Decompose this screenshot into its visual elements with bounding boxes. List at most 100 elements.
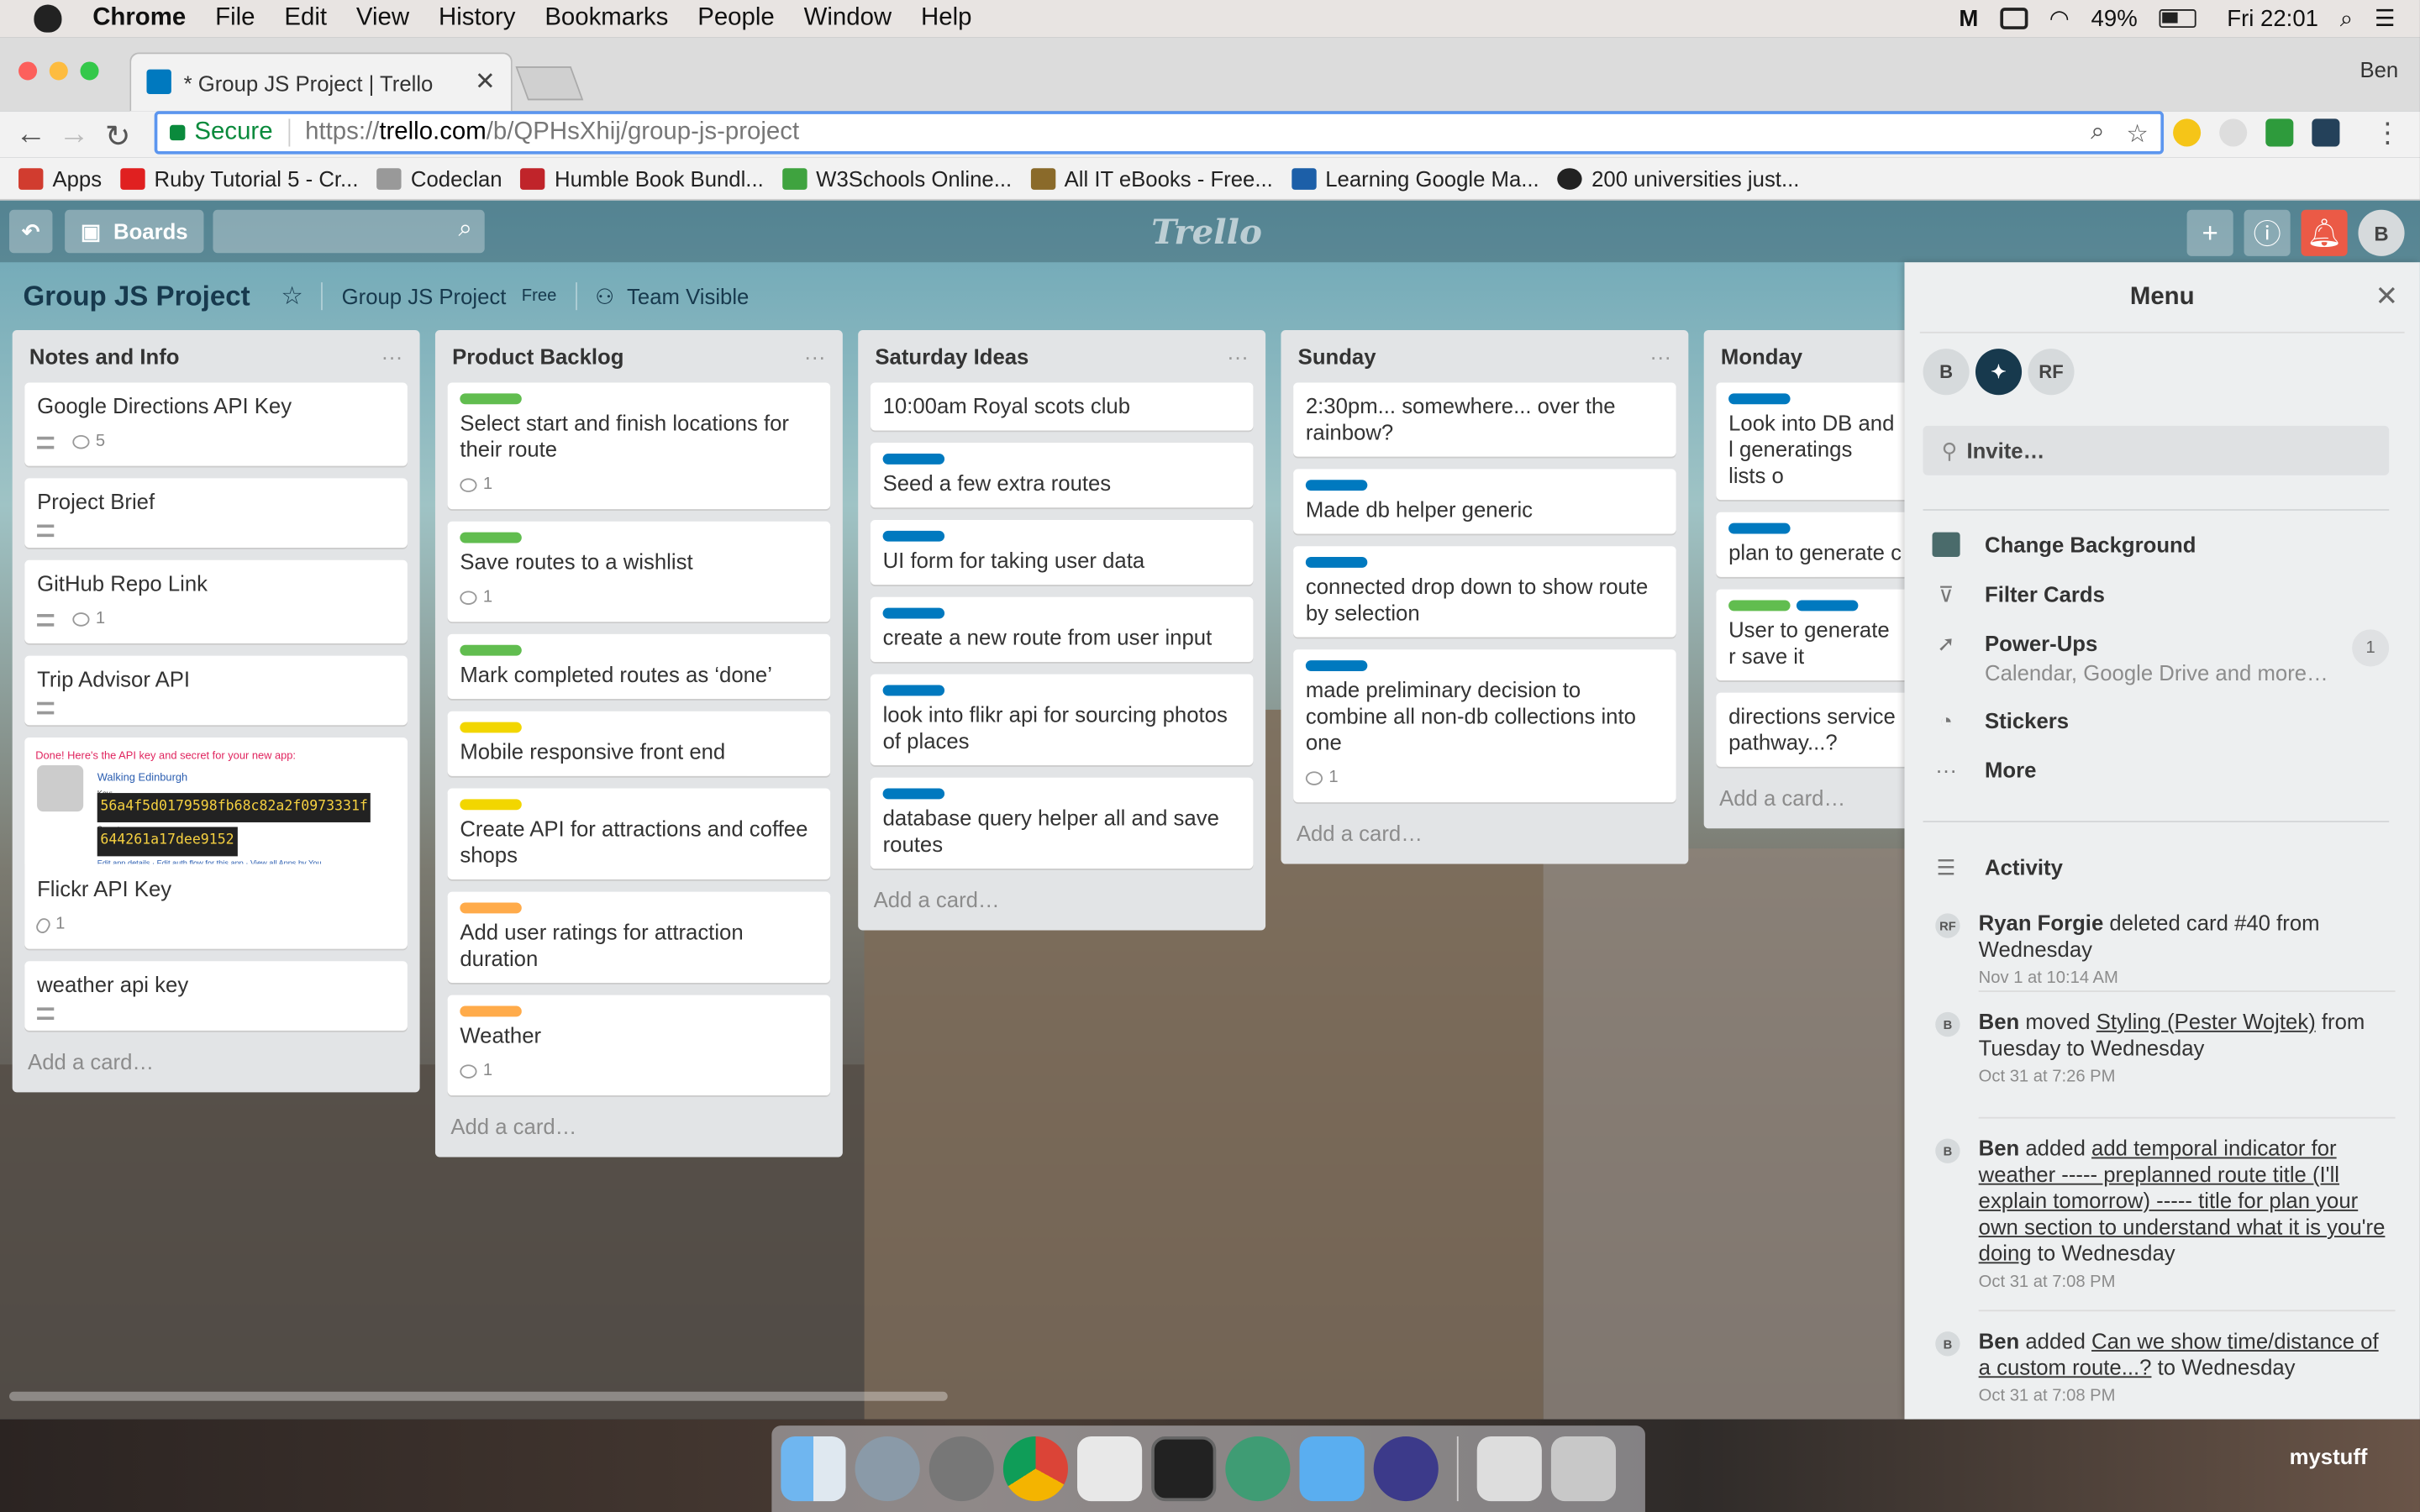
activity-time[interactable]: Oct 31 at 7:08 PM xyxy=(1979,1384,2396,1410)
list-menu-icon[interactable]: ··· xyxy=(1649,344,1671,369)
bookmark-google-maps[interactable]: Learning Google Ma... xyxy=(1291,165,1539,191)
menu-history[interactable]: History xyxy=(439,5,515,33)
boards-button[interactable]: ▣ Boards xyxy=(65,209,204,254)
menu-help[interactable]: Help xyxy=(921,5,971,33)
bookmark-it-ebooks[interactable]: All IT eBooks - Free... xyxy=(1030,165,1273,191)
wifi-icon[interactable]: ◠ xyxy=(2049,5,2070,32)
launchpad-icon[interactable] xyxy=(855,1436,920,1502)
list-header[interactable]: Notes and Info ··· xyxy=(24,330,408,382)
zoom-icon[interactable]: ⌕ xyxy=(2091,118,2104,150)
activity-card-link[interactable]: Styling (Pester Wojtek) xyxy=(2096,1009,2316,1033)
invite-button[interactable]: ⚲ Invite… xyxy=(1923,425,2390,475)
list-title[interactable]: Product Backlog xyxy=(452,344,623,369)
bookmark-ruby-tutorial[interactable]: Ruby Tutorial 5 - Cr... xyxy=(120,165,358,191)
card[interactable]: Mobile responsive front end xyxy=(447,711,831,776)
card[interactable]: Project Brief xyxy=(24,478,408,549)
board-title[interactable]: Group JS Project xyxy=(24,280,250,312)
add-card-button[interactable]: Add a card… xyxy=(1293,815,1676,852)
list-header[interactable]: Saturday Ideas ··· xyxy=(871,330,1254,382)
activity-time[interactable]: Oct 31 at 7:08 PM xyxy=(1979,1270,2396,1296)
list-title[interactable]: Notes and Info xyxy=(29,344,180,369)
menu-change-background[interactable]: Change Background xyxy=(1932,532,2196,558)
extension-icon[interactable] xyxy=(2173,118,2202,147)
card[interactable]: weather api key xyxy=(24,961,408,1031)
team-chip[interactable]: Group JS Project Free xyxy=(342,284,557,308)
apple-icon[interactable] xyxy=(34,4,62,33)
card[interactable]: Done! Here's the API key and secret for … xyxy=(24,737,408,949)
member-avatar[interactable]: B xyxy=(1923,349,1970,396)
tab-trello[interactable]: * Group JS Project | Trello ✕ xyxy=(129,52,513,112)
close-icon[interactable]: ✕ xyxy=(2375,281,2399,313)
info-icon[interactable]: ⓘ xyxy=(2244,209,2291,256)
bookmark-w3schools[interactable]: W3Schools Online... xyxy=(781,165,1012,191)
list-header[interactable]: Sunday ··· xyxy=(1293,330,1676,382)
system-preferences-icon[interactable] xyxy=(929,1436,994,1502)
card[interactable]: Made db helper generic xyxy=(1293,469,1676,534)
card[interactable]: Add user ratings for attraction duration xyxy=(447,891,831,983)
new-tab-button[interactable] xyxy=(515,66,584,101)
menu-stickers[interactable]: ◔ Stickers xyxy=(1933,708,2069,732)
menu-people[interactable]: People xyxy=(697,5,775,33)
add-card-button[interactable]: Add a card… xyxy=(448,1108,831,1145)
bookmark-star-icon[interactable]: ☆ xyxy=(2126,118,2148,150)
list-menu-icon[interactable]: ··· xyxy=(381,344,403,369)
notification-center-icon[interactable]: ☰ xyxy=(2375,5,2396,32)
card[interactable]: Mark completed routes as ‘done’ xyxy=(447,633,831,700)
atom-icon[interactable] xyxy=(1225,1436,1291,1502)
member-avatar-photo[interactable]: ✦ xyxy=(1975,349,2023,396)
url-text[interactable]: https://trello.com/b/QPHsXhij/group-js-p… xyxy=(305,118,799,146)
add-card-button[interactable]: Add a card… xyxy=(871,881,1254,918)
downloads-stack-icon[interactable] xyxy=(1476,1436,1542,1502)
activity-avatar[interactable]: RF xyxy=(1935,913,1960,938)
member-avatar[interactable]: B xyxy=(2358,209,2405,256)
card[interactable]: made preliminary decision to combine all… xyxy=(1293,649,1676,803)
menu-app-name[interactable]: Chrome xyxy=(92,5,186,33)
card[interactable]: UI form for taking user data xyxy=(870,519,1254,585)
menu-edit[interactable]: Edit xyxy=(284,5,327,33)
list-menu-icon[interactable]: ··· xyxy=(804,344,826,369)
react-devtools-icon[interactable] xyxy=(2312,118,2340,147)
menu-bookmarks[interactable]: Bookmarks xyxy=(544,5,668,33)
activity-user[interactable]: Ben xyxy=(1979,1136,2020,1160)
back-icon[interactable]: ← xyxy=(15,118,46,153)
board-horizontal-scrollbar[interactable] xyxy=(9,1391,948,1401)
airplay-icon[interactable] xyxy=(2000,8,2028,29)
forward-icon[interactable]: → xyxy=(59,118,90,153)
activity-time[interactable]: Oct 31 at 7:26 PM xyxy=(1979,1064,2396,1090)
battery-icon[interactable] xyxy=(2159,9,2196,29)
notifications-bell-icon[interactable]: 🔔︎ xyxy=(2301,209,2348,256)
list-title[interactable]: Monday xyxy=(1721,344,1802,369)
menu-power-ups[interactable]: ➚ Power-Ups Calendar, Google Drive and mor… xyxy=(1933,631,2328,685)
card[interactable]: 10:00am Royal scots club xyxy=(870,382,1254,431)
trash-icon[interactable] xyxy=(1550,1436,1617,1502)
menu-file[interactable]: File xyxy=(215,5,255,33)
add-card-button[interactable]: Add a card… xyxy=(24,1043,408,1080)
card[interactable]: Save routes to a wishlist 1 xyxy=(447,521,831,622)
add-icon[interactable]: + xyxy=(2186,209,2233,256)
card[interactable]: Select start and finish locations for th… xyxy=(447,382,831,510)
card[interactable]: Google Directions API Key 5 xyxy=(24,382,408,466)
trello-logo[interactable]: Trello xyxy=(1151,213,1262,253)
malwarebytes-icon[interactable]: M xyxy=(1959,5,1978,31)
back-to-home-icon[interactable]: ↶ xyxy=(9,209,53,254)
list-title[interactable]: Saturday Ideas xyxy=(875,344,1028,369)
chrome-icon[interactable] xyxy=(1002,1436,1068,1502)
card[interactable]: 2:30pm... somewhere... over the rainbow? xyxy=(1293,382,1676,457)
bookmark-humble[interactable]: Humble Book Bundl... xyxy=(520,165,764,191)
card[interactable]: Seed a few extra routes xyxy=(870,443,1254,508)
list-header[interactable]: Product Backlog ··· xyxy=(448,330,831,382)
visibility-chip[interactable]: ⚇ Team Visible xyxy=(595,283,749,309)
member-avatar[interactable]: RF xyxy=(2028,349,2075,396)
list-menu-icon[interactable]: ··· xyxy=(1227,344,1249,369)
spotlight-icon[interactable]: ⌕ xyxy=(2340,5,2353,31)
clock[interactable]: Fri 22:01 xyxy=(2227,5,2318,31)
extension-icon[interactable] xyxy=(2219,118,2248,147)
activity-avatar[interactable]: B xyxy=(1935,1138,1960,1163)
star-icon[interactable]: ☆ xyxy=(281,281,302,312)
menu-filter-cards[interactable]: ⊽ Filter Cards xyxy=(1933,581,2105,606)
menu-window[interactable]: Window xyxy=(804,5,892,33)
sublime-text-icon[interactable] xyxy=(1077,1436,1143,1502)
close-tab-icon[interactable]: ✕ xyxy=(475,66,496,97)
night-app-icon[interactable] xyxy=(1373,1436,1439,1502)
activity-avatar[interactable]: B xyxy=(1935,1011,1960,1037)
